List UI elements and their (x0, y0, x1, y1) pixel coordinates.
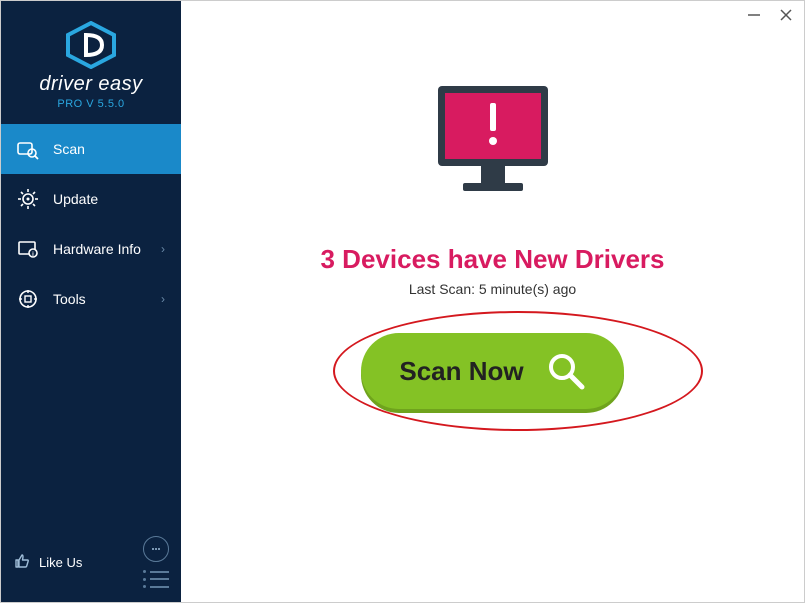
scan-button-wrap: Scan Now (361, 333, 623, 409)
close-button[interactable] (778, 7, 794, 23)
thumbs-up-icon (13, 552, 31, 573)
monitor-alert-icon (418, 71, 568, 221)
sidebar-item-label: Scan (53, 141, 85, 157)
chevron-right-icon: › (161, 292, 165, 306)
close-icon (779, 8, 793, 22)
last-scan-text: Last Scan: 5 minute(s) ago (409, 281, 576, 297)
minimize-button[interactable] (746, 7, 762, 23)
scan-now-button[interactable]: Scan Now (361, 333, 623, 409)
main-content: 3 Devices have New Drivers Last Scan: 5 … (181, 1, 804, 602)
brand-area: driver easy PRO V 5.5.0 (1, 1, 181, 124)
menu-button[interactable] (143, 570, 169, 588)
brand-name: driver easy (1, 73, 181, 96)
feedback-button[interactable] (143, 536, 169, 562)
list-icon (143, 570, 169, 573)
sidebar: driver easy PRO V 5.5.0 Scan Update i (1, 1, 181, 602)
sidebar-item-tools[interactable]: Tools › (1, 274, 181, 324)
sidebar-item-scan[interactable]: Scan (1, 124, 181, 174)
brand-logo-icon (64, 21, 118, 69)
alert-monitor-graphic (418, 71, 568, 226)
sidebar-item-update[interactable]: Update (1, 174, 181, 224)
hardware-info-icon: i (17, 238, 39, 260)
scan-now-label: Scan Now (399, 356, 523, 387)
like-us-button[interactable]: Like Us (13, 552, 82, 573)
chevron-right-icon: › (161, 242, 165, 256)
sidebar-item-hardware-info[interactable]: i Hardware Info › (1, 224, 181, 274)
sidebar-item-label: Update (53, 191, 98, 207)
magnifier-icon (546, 351, 586, 391)
like-us-label: Like Us (39, 555, 82, 570)
sidebar-footer: Like Us (1, 526, 181, 602)
headline-text: 3 Devices have New Drivers (321, 244, 665, 275)
app-window: driver easy PRO V 5.5.0 Scan Update i (0, 0, 805, 603)
sidebar-nav: Scan Update i Hardware Info › Tools (1, 124, 181, 526)
brand-subtitle: PRO V 5.5.0 (1, 98, 181, 110)
update-icon (17, 188, 39, 210)
scan-icon (17, 138, 39, 160)
speech-bubble-icon (149, 542, 163, 556)
sidebar-footer-right (143, 536, 169, 588)
sidebar-item-label: Hardware Info (53, 241, 141, 257)
tools-icon (17, 288, 39, 310)
sidebar-item-label: Tools (53, 291, 86, 307)
minimize-icon (747, 8, 761, 22)
window-controls (746, 7, 794, 23)
